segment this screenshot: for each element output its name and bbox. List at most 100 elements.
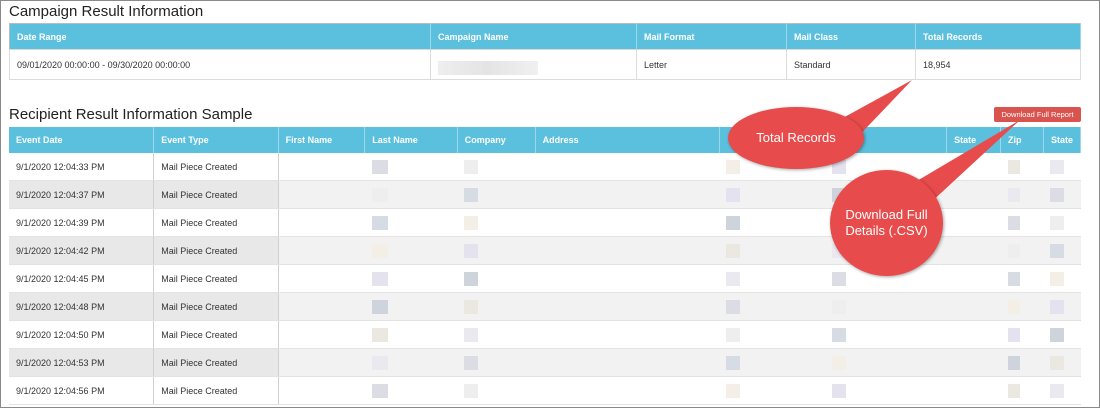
redacted-cell [946, 320, 1001, 349]
redacted-cell [364, 320, 458, 349]
redacted-cell [719, 236, 826, 265]
callout-download-text: Download Full Details (.CSV) [845, 207, 927, 239]
campaign-row: 09/01/2020 00:00:00 - 09/30/2020 00:00:0… [9, 49, 1081, 80]
column-header-address[interactable]: Address [535, 127, 720, 153]
redacted-cell [278, 180, 365, 209]
event-type-cell: Mail Piece Created [153, 292, 279, 321]
redacted-cell [1000, 208, 1044, 237]
redacted-cell [535, 376, 720, 405]
redacted-cell [457, 264, 536, 293]
redacted-block [726, 355, 741, 370]
event-date-cell: 9/1/2020 12:04:53 PM [9, 348, 155, 377]
campaign-section-title: Campaign Result Information [9, 3, 204, 20]
column-header-first-name[interactable]: First Name [278, 127, 366, 153]
redacted-block [726, 243, 741, 258]
column-header-zip[interactable]: Zip [1000, 127, 1044, 153]
total-records-value: 18,954 [915, 49, 1081, 80]
redacted-cell [457, 180, 536, 209]
redacted-block [1007, 299, 1020, 314]
event-date-cell: 9/1/2020 12:04:39 PM [9, 208, 155, 237]
column-header-state-2[interactable]: State [1043, 127, 1082, 153]
campaign-name-value [430, 49, 637, 80]
redacted-cell [719, 208, 826, 237]
redacted-block [726, 327, 741, 342]
redacted-block [726, 159, 741, 174]
campaign-table: Date Range Campaign Name Mail Format Mai… [9, 23, 1081, 80]
redacted-block [1050, 159, 1065, 174]
recipient-table: Event Date Event Type First Name Last Na… [9, 127, 1082, 405]
redacted-cell [946, 236, 1001, 265]
table-row[interactable]: 9/1/2020 12:04:56 PM Mail Piece Created [9, 376, 1081, 405]
recipient-header-row: Event Date Event Type First Name Last Na… [9, 127, 1082, 153]
redacted-cell [825, 292, 947, 321]
redacted-block [371, 383, 388, 398]
table-row[interactable]: 9/1/2020 12:04:50 PM Mail Piece Created [9, 320, 1081, 349]
event-type-cell: Mail Piece Created [153, 320, 279, 349]
table-row[interactable]: 9/1/2020 12:04:53 PM Mail Piece Created [9, 348, 1081, 377]
callout-total-records: Total Records [728, 107, 864, 169]
redacted-block [1050, 187, 1065, 202]
event-date-cell: 9/1/2020 12:04:42 PM [9, 236, 155, 265]
table-row[interactable]: 9/1/2020 12:04:33 PM Mail Piece Created [9, 153, 1081, 181]
redacted-cell [364, 180, 458, 209]
callout-download-details: Download Full Details (.CSV) [830, 170, 943, 276]
redacted-cell [946, 208, 1001, 237]
column-header-date-range[interactable]: Date Range [9, 23, 431, 50]
column-header-event-type[interactable]: Event Type [153, 127, 279, 153]
event-date-cell: 9/1/2020 12:04:48 PM [9, 292, 155, 321]
campaign-header-row: Date Range Campaign Name Mail Format Mai… [9, 23, 1081, 50]
redacted-cell [278, 208, 365, 237]
column-header-mail-class[interactable]: Mail Class [786, 23, 916, 50]
redacted-cell [719, 348, 826, 377]
column-header-campaign-name[interactable]: Campaign Name [430, 23, 637, 50]
redacted-block [371, 327, 388, 342]
redacted-block [371, 159, 388, 174]
redacted-cell [535, 348, 720, 377]
column-header-state[interactable]: State [946, 127, 1002, 153]
column-header-total-records[interactable]: Total Records [915, 23, 1081, 50]
event-date-cell: 9/1/2020 12:04:56 PM [9, 376, 155, 405]
event-type-cell: Mail Piece Created [153, 153, 279, 181]
redacted-block [371, 299, 388, 314]
mail-class-value: Standard [786, 49, 916, 80]
redacted-cell [457, 236, 536, 265]
redacted-cell [278, 320, 365, 349]
redacted-cell [535, 208, 720, 237]
redacted-cell [719, 376, 826, 405]
redacted-block [438, 60, 538, 75]
redacted-block [371, 187, 388, 202]
redacted-cell [1043, 180, 1081, 209]
redacted-block [726, 187, 741, 202]
redacted-block [1007, 271, 1020, 286]
redacted-cell [719, 292, 826, 321]
redacted-cell [825, 376, 947, 405]
redacted-block [464, 187, 479, 202]
recipient-section-title: Recipient Result Information Sample [9, 106, 253, 123]
redacted-cell [535, 292, 720, 321]
redacted-cell [1043, 376, 1081, 405]
redacted-cell [364, 376, 458, 405]
redacted-cell [278, 376, 365, 405]
table-row[interactable]: 9/1/2020 12:04:45 PM Mail Piece Created [9, 264, 1081, 293]
download-full-report-button[interactable]: Download Full Report [994, 107, 1081, 122]
column-header-company[interactable]: Company [457, 127, 536, 153]
redacted-cell [1043, 236, 1081, 265]
redacted-block [726, 299, 741, 314]
redacted-cell [1043, 292, 1081, 321]
redacted-cell [364, 236, 458, 265]
redacted-cell [1000, 348, 1044, 377]
redacted-block [464, 271, 479, 286]
redacted-cell [1043, 264, 1081, 293]
redacted-cell [535, 264, 720, 293]
column-header-event-date[interactable]: Event Date [9, 127, 155, 153]
redacted-cell [278, 236, 365, 265]
redacted-block [464, 299, 479, 314]
column-header-last-name[interactable]: Last Name [364, 127, 458, 153]
redacted-cell [535, 320, 720, 349]
column-header-mail-format[interactable]: Mail Format [636, 23, 787, 50]
redacted-cell [1000, 376, 1044, 405]
redacted-cell [364, 292, 458, 321]
callout-records-text: Total Records [756, 130, 836, 145]
redacted-cell [535, 236, 720, 265]
table-row[interactable]: 9/1/2020 12:04:48 PM Mail Piece Created [9, 292, 1081, 321]
